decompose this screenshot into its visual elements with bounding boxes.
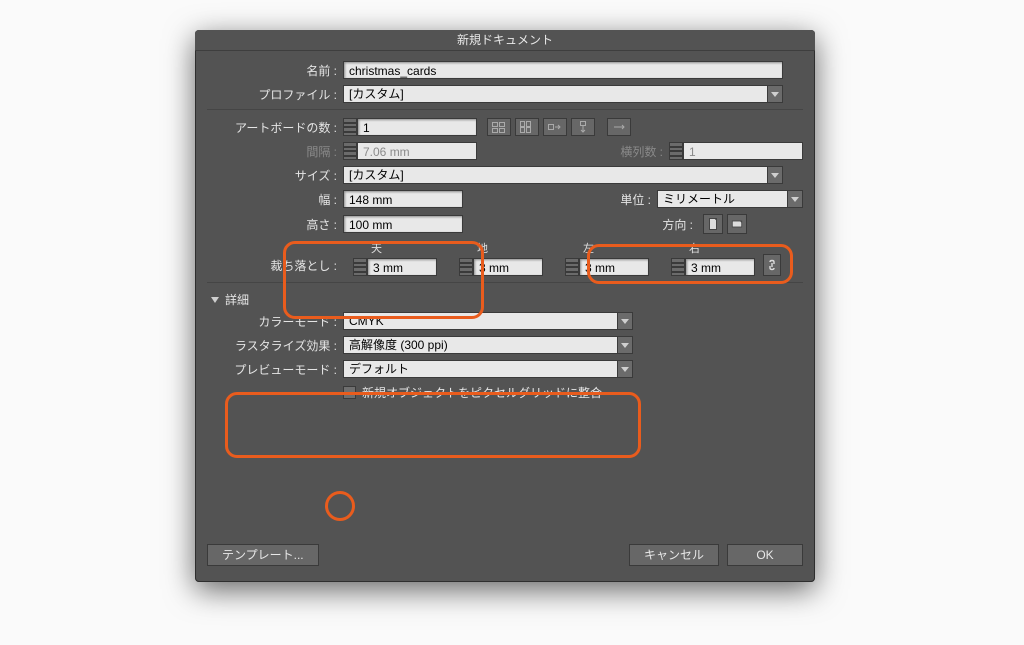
raster-value: 高解像度 (300 ppi) [343, 336, 617, 354]
orientation-portrait-button[interactable] [703, 214, 723, 234]
stepper-down-icon[interactable] [459, 267, 473, 276]
stepper-up-icon[interactable] [343, 118, 357, 127]
bleed-top-caption: 天 [353, 240, 382, 256]
bleed-link-button[interactable] [763, 254, 781, 276]
height-input[interactable]: 100 mm [343, 215, 463, 233]
dialog-body: 名前 : christmas_cards プロファイル : [カスタム] アート… [195, 51, 815, 419]
stepper-up-icon[interactable] [459, 258, 473, 267]
preview-label: プレビューモード : [207, 361, 343, 378]
size-value: [カスタム] [343, 166, 767, 184]
stepper-up-icon [669, 142, 683, 151]
template-button[interactable]: テンプレート... [207, 544, 319, 566]
dropdown-arrow-icon [617, 336, 633, 354]
stepper-down-icon[interactable] [671, 267, 685, 276]
colormode-value: CMYK [343, 312, 617, 330]
columns-input: 1 [683, 142, 803, 160]
artboards-spinner[interactable]: 1 [343, 118, 477, 136]
bleed-top-input[interactable]: 3 mm [367, 258, 437, 276]
bleed-right-spinner[interactable]: 3 mm [671, 258, 755, 276]
dialog-footer: テンプレート... キャンセル OK [207, 544, 803, 566]
profile-dropdown[interactable]: [カスタム] [343, 85, 783, 103]
align-pixel-grid-checkbox[interactable] [343, 386, 356, 399]
advanced-section-toggle[interactable]: 詳細 [211, 291, 803, 308]
dropdown-arrow-icon [617, 360, 633, 378]
stepper-down-icon [343, 151, 357, 160]
profile-value: [カスタム] [343, 85, 767, 103]
spacing-label: 間隔 : [207, 143, 343, 160]
stepper-down-icon[interactable] [343, 127, 357, 136]
dropdown-arrow-icon [787, 190, 803, 208]
stepper-down-icon[interactable] [565, 267, 579, 276]
spacing-input: 7.06 mm [357, 142, 477, 160]
raster-label: ラスタライズ効果 : [207, 337, 343, 354]
arrange-row-right-icon[interactable] [543, 118, 567, 136]
arrange-grid-row-icon[interactable] [487, 118, 511, 136]
bleed-right-input[interactable]: 3 mm [685, 258, 755, 276]
colormode-label: カラーモード : [207, 313, 343, 330]
dropdown-arrow-icon [617, 312, 633, 330]
columns-label: 横列数 : [620, 143, 669, 160]
ok-button[interactable]: OK [727, 544, 803, 566]
bleed-label: 裁ち落とし : [207, 257, 343, 276]
bleed-top-spinner[interactable]: 3 mm [353, 258, 437, 276]
bleed-right-caption: 右 [671, 240, 700, 256]
width-label: 幅 : [207, 191, 343, 208]
bleed-left-input[interactable]: 3 mm [579, 258, 649, 276]
units-value: ミリメートル [657, 190, 787, 208]
name-label: 名前 : [207, 62, 343, 79]
highlight-checkbox [325, 491, 355, 521]
stepper-down-icon[interactable] [353, 267, 367, 276]
stepper-up-icon[interactable] [353, 258, 367, 267]
cancel-button[interactable]: キャンセル [629, 544, 719, 566]
units-label: 単位 : [620, 191, 657, 208]
name-input[interactable]: christmas_cards [343, 61, 783, 79]
artboards-input[interactable]: 1 [357, 118, 477, 136]
width-input[interactable]: 148 mm [343, 190, 463, 208]
bleed-bottom-caption: 地 [459, 240, 488, 256]
arrange-rtl-icon[interactable] [607, 118, 631, 136]
arrange-grid-col-icon[interactable] [515, 118, 539, 136]
units-dropdown[interactable]: ミリメートル [657, 190, 803, 208]
orientation-label: 方向 : [662, 216, 699, 233]
bleed-left-spinner[interactable]: 3 mm [565, 258, 649, 276]
stepper-up-icon[interactable] [671, 258, 685, 267]
align-pixel-grid-label: 新規オブジェクトをピクセルグリッドに整合 [362, 384, 602, 401]
preview-value: デフォルト [343, 360, 617, 378]
bleed-bottom-input[interactable]: 3 mm [473, 258, 543, 276]
orientation-landscape-button[interactable] [727, 214, 747, 234]
dialog-title: 新規ドキュメント [195, 30, 815, 51]
colormode-dropdown[interactable]: CMYK [343, 312, 633, 330]
size-label: サイズ : [207, 167, 343, 184]
new-document-dialog: 新規ドキュメント 名前 : christmas_cards プロファイル : [… [195, 30, 815, 582]
stepper-up-icon[interactable] [565, 258, 579, 267]
raster-dropdown[interactable]: 高解像度 (300 ppi) [343, 336, 633, 354]
arrange-col-down-icon[interactable] [571, 118, 595, 136]
artboards-label: アートボードの数 : [207, 119, 343, 136]
size-dropdown[interactable]: [カスタム] [343, 166, 783, 184]
bleed-bottom-spinner[interactable]: 3 mm [459, 258, 543, 276]
spacing-spinner: 7.06 mm [343, 142, 477, 160]
stepper-down-icon [669, 151, 683, 160]
columns-spinner: 1 [669, 142, 803, 160]
bleed-left-caption: 左 [565, 240, 594, 256]
profile-label: プロファイル : [207, 86, 343, 103]
preview-dropdown[interactable]: デフォルト [343, 360, 633, 378]
height-label: 高さ : [207, 216, 343, 233]
dropdown-arrow-icon [767, 166, 783, 184]
stepper-up-icon [343, 142, 357, 151]
dropdown-arrow-icon [767, 85, 783, 103]
advanced-section-label: 詳細 [225, 291, 249, 308]
disclosure-triangle-icon [211, 297, 219, 303]
